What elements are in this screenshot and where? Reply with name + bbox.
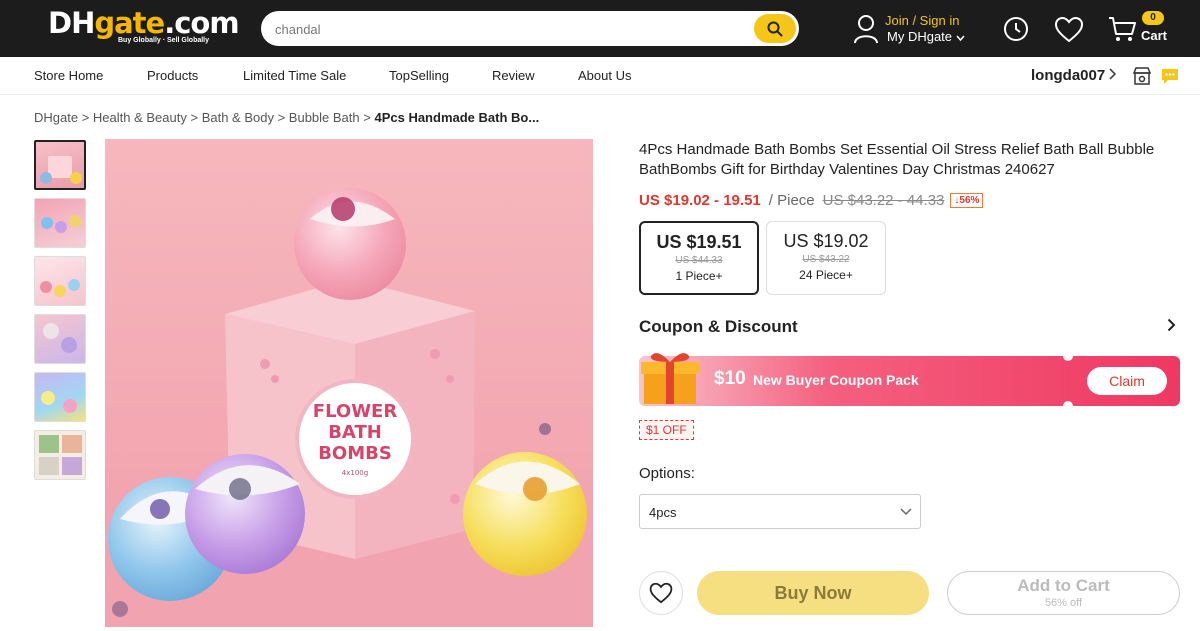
- box-weight-label: 4x100g: [342, 469, 368, 477]
- coupon-text: New Buyer Coupon Pack: [753, 372, 919, 388]
- chevron-down-icon: [900, 508, 912, 516]
- coupon-amount: $10: [714, 368, 746, 389]
- tier-price: US $19.02: [783, 231, 869, 251]
- breadcrumb-link[interactable]: Bath & Body: [202, 110, 274, 125]
- store-name: longda007: [1031, 67, 1106, 84]
- thumbnail[interactable]: [34, 140, 86, 190]
- search-button[interactable]: [754, 14, 796, 43]
- price-tier-2[interactable]: US $19.02 US $43.22 24 Piece+: [766, 221, 886, 295]
- discount-off-tag[interactable]: $1 OFF: [639, 420, 694, 440]
- tier-quantity: 1 Piece+: [675, 269, 723, 283]
- chat-icon: [1162, 69, 1178, 84]
- search-bar: [261, 11, 799, 46]
- cart-button[interactable]: [1106, 14, 1138, 44]
- history-button[interactable]: [1001, 14, 1031, 44]
- cart-icon: [1109, 17, 1136, 41]
- store-button[interactable]: [1131, 66, 1153, 86]
- coupon-heading: Coupon & Discount: [639, 317, 798, 336]
- claim-button[interactable]: Claim: [1087, 367, 1167, 395]
- history-icon: [1004, 17, 1028, 41]
- add-to-cart-label: Add to Cart: [1017, 576, 1110, 595]
- breadcrumb-link[interactable]: Health & Beauty: [93, 110, 187, 125]
- product-main-image[interactable]: FLOWER BATH BOMBS 4x100g: [105, 139, 593, 627]
- options-label: Options:: [639, 465, 695, 482]
- thumbnail[interactable]: [34, 372, 86, 422]
- price-tier-1[interactable]: US $19.51 US $44.33 1 Piece+: [639, 221, 759, 295]
- tier-quantity: 24 Piece+: [799, 268, 853, 282]
- store-nav: Store Home Products Limited Time Sale To…: [0, 57, 1200, 95]
- store-icon: [1132, 66, 1152, 85]
- nav-limited-time-sale[interactable]: Limited Time Sale: [243, 68, 346, 83]
- price-unit: / Piece: [768, 192, 815, 209]
- gift-box-icon: [641, 353, 699, 404]
- nav-topselling[interactable]: TopSelling: [389, 68, 449, 83]
- logo-tagline: Buy Globally · Sell Globally: [118, 37, 210, 44]
- nav-review[interactable]: Review: [492, 68, 535, 83]
- nav-about-us[interactable]: About Us: [578, 68, 631, 83]
- coupon-expand-button[interactable]: [1163, 316, 1179, 334]
- box-label-line-1: FLOWER: [313, 401, 398, 422]
- thumbnail[interactable]: [34, 430, 86, 480]
- price-row: US $19.02 - 19.51 / Piece US $43.22 - 44.3…: [639, 192, 984, 209]
- coupon-notch: [1063, 351, 1073, 361]
- chat-button[interactable]: [1159, 66, 1181, 86]
- original-price-range: US $43.22 - 44.33: [822, 192, 945, 209]
- search-input[interactable]: [275, 19, 735, 39]
- cart-label[interactable]: Cart: [1141, 28, 1167, 43]
- heart-icon: [1054, 16, 1084, 42]
- breadcrumb-link[interactable]: DHgate: [34, 110, 78, 125]
- add-to-wishlist-button[interactable]: [639, 571, 683, 615]
- dhgate-logo[interactable]: DHgate.com Buy Globally · Sell Globally: [48, 6, 240, 48]
- logo-text: DHgate.com: [48, 6, 240, 40]
- nav-products[interactable]: Products: [147, 68, 198, 83]
- thumbnail[interactable]: [34, 256, 86, 306]
- coupon-banner[interactable]: $10 New Buyer Coupon Pack Claim: [639, 351, 1180, 411]
- tier-original-price: US $44.33: [675, 255, 723, 266]
- user-icon: [854, 15, 878, 44]
- search-icon: [767, 21, 783, 36]
- buy-now-button[interactable]: Buy Now: [697, 571, 929, 615]
- box-label-line-3: BOMBS: [318, 443, 392, 464]
- thumbnail[interactable]: [34, 314, 86, 364]
- nav-store-home[interactable]: Store Home: [34, 68, 103, 83]
- breadcrumb: DHgate > Health & Beauty > Bath & Body >…: [34, 110, 540, 125]
- tier-price: US $19.51: [656, 232, 742, 252]
- product-title: 4Pcs Handmade Bath Bombs Set Essential O…: [639, 141, 1155, 178]
- my-dhgate-label: My DHgate: [887, 29, 953, 44]
- add-to-cart-button[interactable]: Add to Cart 56% off: [947, 571, 1180, 615]
- thumbnail[interactable]: [34, 198, 86, 248]
- wishlist-button[interactable]: [1053, 14, 1085, 44]
- my-dhgate-link[interactable]: My DHgate: [887, 29, 965, 44]
- options-select[interactable]: 4pcs: [639, 494, 921, 529]
- top-bar: DHgate.com Buy Globally · Sell Globally …: [0, 0, 1200, 57]
- add-to-cart-sublabel: 56% off: [1044, 597, 1083, 609]
- price-range: US $19.02 - 19.51: [639, 192, 761, 209]
- product-photo: FLOWER BATH BOMBS 4x100g: [105, 188, 593, 627]
- chevron-right-icon: [1109, 68, 1117, 80]
- chevron-right-icon: [1167, 318, 1175, 332]
- breadcrumb-link[interactable]: Bubble Bath: [289, 110, 360, 125]
- discount-badge: ↓56%: [950, 193, 984, 208]
- account-menu[interactable]: Join / Sign in My DHgate: [853, 12, 973, 48]
- options-selected-value: 4pcs: [649, 505, 677, 520]
- store-name-link[interactable]: longda007: [1031, 67, 1117, 84]
- breadcrumb-current: 4Pcs Handmade Bath Bo...: [374, 110, 540, 125]
- chevron-down-icon: [956, 35, 965, 42]
- heart-icon: [649, 582, 673, 604]
- tier-original-price: US $43.22: [802, 254, 850, 265]
- cart-count-badge: 0: [1142, 11, 1164, 25]
- box-label-line-2: BATH: [328, 422, 382, 443]
- join-sign-in-link[interactable]: Join / Sign in: [885, 13, 959, 28]
- coupon-notch: [1063, 401, 1073, 411]
